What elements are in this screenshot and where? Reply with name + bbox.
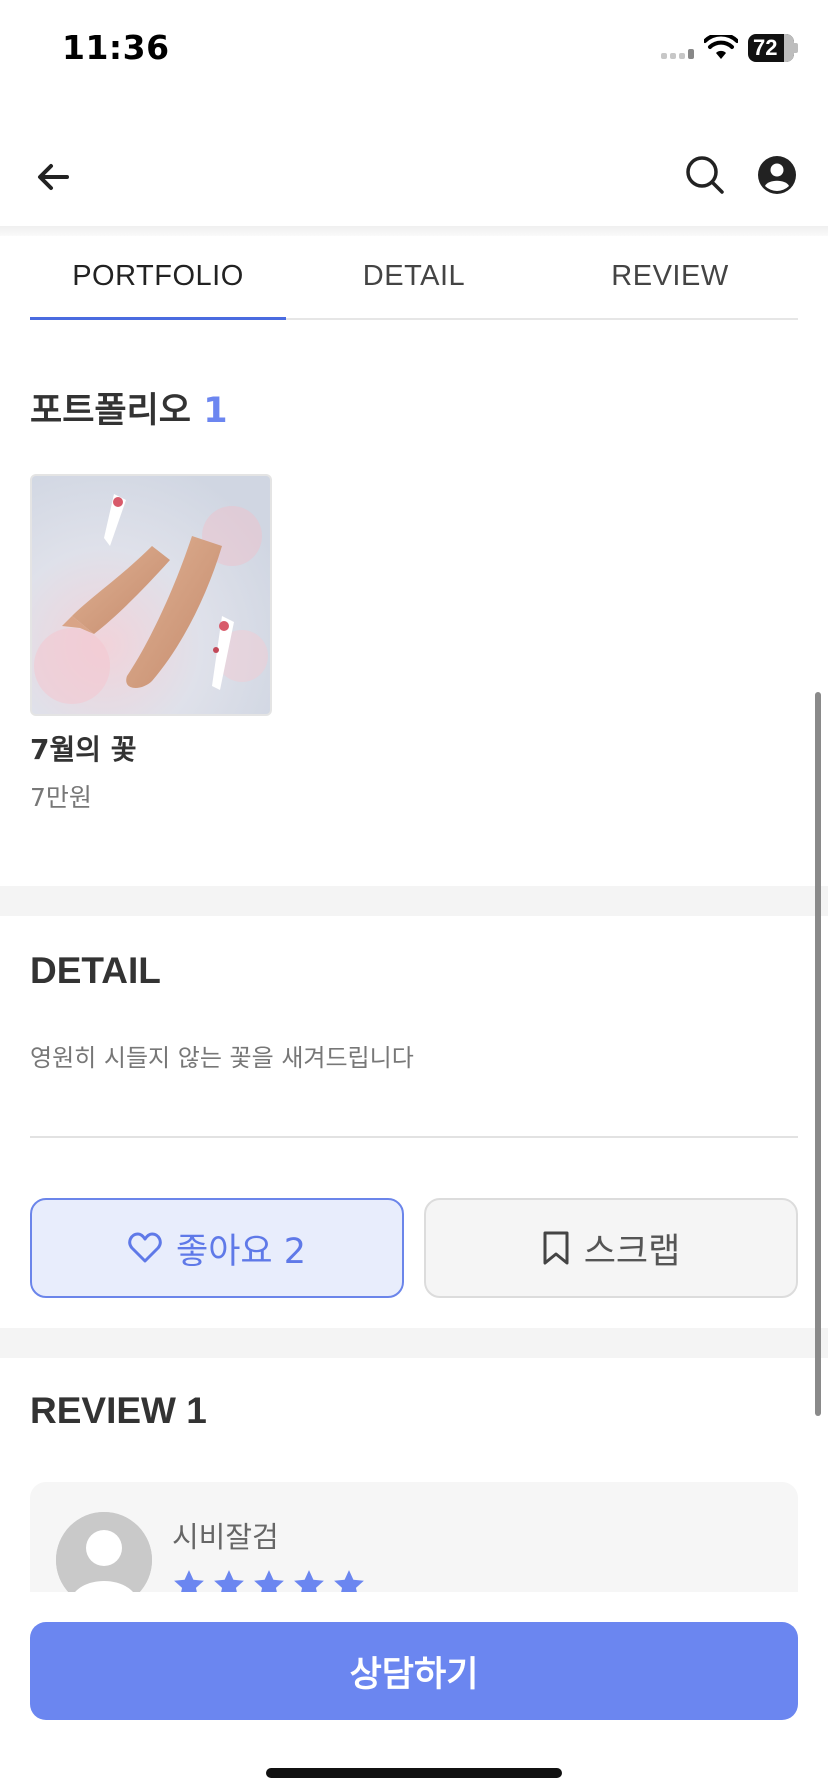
portfolio-title-text: 포트폴리오 xyxy=(30,391,192,431)
section-divider xyxy=(0,886,828,916)
tattoo-photo-image xyxy=(32,476,270,714)
tab-review[interactable]: REVIEW xyxy=(542,236,798,318)
bookmark-outline-icon xyxy=(543,1231,569,1265)
scrollbar[interactable] xyxy=(815,692,821,1416)
account-circle-icon xyxy=(758,156,796,194)
back-button[interactable] xyxy=(30,154,76,200)
heart-outline-icon xyxy=(128,1232,162,1263)
search-button[interactable] xyxy=(682,152,728,198)
arrow-left-icon xyxy=(38,164,69,190)
portfolio-card[interactable]: 7월의 꽃 7만원 xyxy=(30,474,273,812)
status-bar: 11:36 72 xyxy=(0,0,828,100)
scrap-label: 스크랩 xyxy=(583,1231,681,1272)
tab-bar: PORTFOLIO DETAIL REVIEW xyxy=(30,236,798,320)
portfolio-item-price: 7만원 xyxy=(30,783,92,812)
portfolio-count: 1 xyxy=(203,391,228,431)
account-button[interactable] xyxy=(754,152,800,198)
scrap-button[interactable]: 스크랩 xyxy=(424,1198,798,1298)
detail-divider xyxy=(30,1136,798,1138)
tab-detail[interactable]: DETAIL xyxy=(286,236,542,318)
like-button[interactable]: 좋아요 2 xyxy=(30,1198,404,1298)
status-time: 11:36 xyxy=(62,28,170,67)
like-label: 좋아요 2 xyxy=(176,1231,306,1272)
app-bar xyxy=(0,120,828,228)
home-indicator xyxy=(266,1768,562,1778)
status-icons: 72 xyxy=(661,34,798,62)
review-section-title: REVIEW 1 xyxy=(30,1390,207,1431)
consult-button[interactable]: 상담하기 xyxy=(30,1622,798,1720)
battery-icon: 72 xyxy=(748,34,798,62)
portfolio-thumbnail xyxy=(30,474,272,716)
portfolio-section-title: 포트폴리오 1 xyxy=(30,382,228,433)
section-divider xyxy=(0,1328,828,1358)
detail-section-title: DETAIL xyxy=(30,950,161,991)
review-author: 시비잘검 xyxy=(172,1520,279,1554)
battery-level: 72 xyxy=(753,35,778,60)
detail-description: 영원히 시들지 않는 꽃을 새겨드립니다 xyxy=(30,1044,414,1072)
wifi-icon xyxy=(704,35,738,59)
search-icon xyxy=(686,156,724,194)
portfolio-item-name: 7월의 꽃 xyxy=(30,733,137,766)
app-bar-shadow xyxy=(0,226,828,236)
tab-portfolio[interactable]: PORTFOLIO xyxy=(30,236,286,320)
cellular-signal-icon xyxy=(661,37,694,59)
